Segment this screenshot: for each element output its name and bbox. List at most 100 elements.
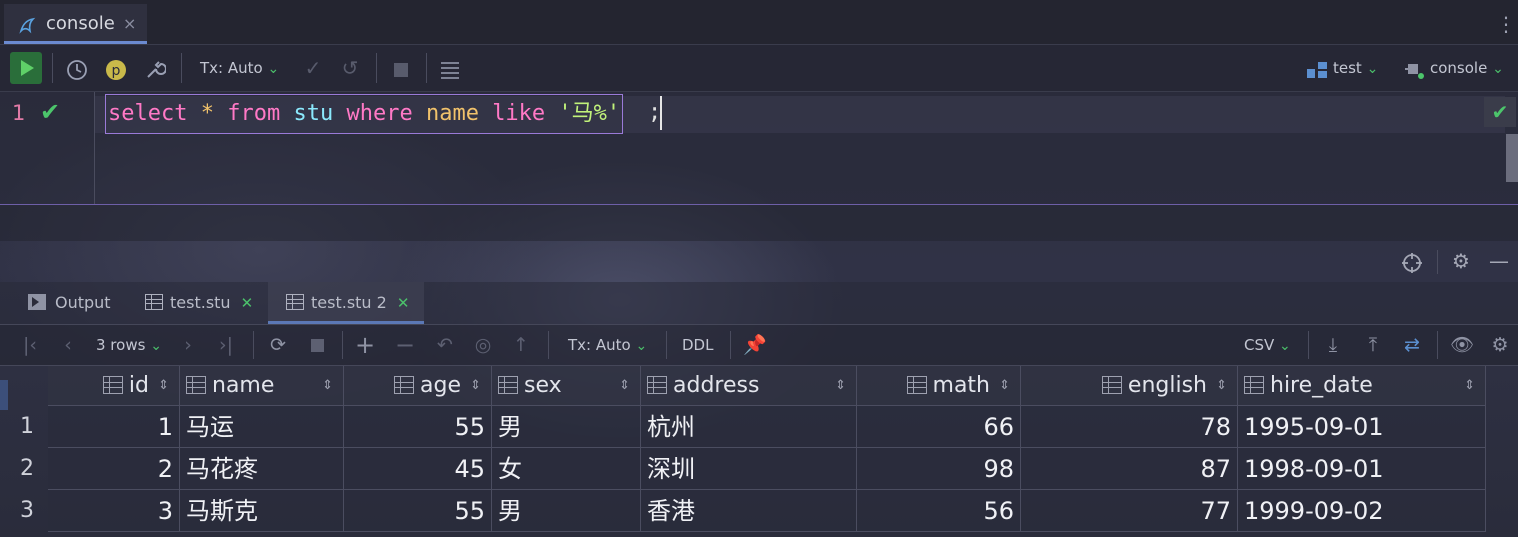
column-header-id[interactable]: id ⇕ xyxy=(48,366,180,406)
add-row-icon[interactable]: + xyxy=(352,325,378,365)
table-cell-math[interactable]: 56 xyxy=(857,490,1021,532)
keyword-like: like xyxy=(492,101,546,126)
sort-arrows-icon[interactable]: ⇕ xyxy=(322,366,333,406)
table-cell-age[interactable]: 55 xyxy=(344,490,492,532)
table-cell-name[interactable]: 马斯克 xyxy=(180,490,344,532)
tab-test-stu[interactable]: test.stu ✕ xyxy=(145,282,263,324)
sql-statement[interactable]: select * from stu where name like '马%' xyxy=(105,94,624,134)
history-clock-icon[interactable] xyxy=(62,45,92,91)
chevron-down-icon: ⌄ xyxy=(635,338,648,354)
sort-arrows-icon[interactable]: ⇕ xyxy=(470,366,481,406)
toolbar-divider xyxy=(376,53,377,83)
table-cell-id[interactable]: 2 xyxy=(48,448,180,490)
table-cell-name[interactable]: 马花疼 xyxy=(180,448,344,490)
table-cell-english[interactable]: 77 xyxy=(1021,490,1238,532)
column-header-hire-date[interactable]: hire_date ⇕ xyxy=(1238,366,1486,406)
wildcard-star: * xyxy=(200,101,214,126)
toolbar-divider xyxy=(52,53,53,83)
sort-arrows-icon[interactable]: ⇕ xyxy=(999,366,1010,406)
row-number[interactable]: 2 xyxy=(0,448,48,490)
more-options-icon[interactable]: ⋮ xyxy=(1496,12,1516,36)
column-header-age[interactable]: age ⇕ xyxy=(344,366,492,406)
table-cell-sex[interactable]: 男 xyxy=(492,490,641,532)
gear-icon[interactable]: ⚙ xyxy=(1486,325,1514,365)
column-header-sex[interactable]: sex ⇕ xyxy=(492,366,641,406)
table-cell-address[interactable]: 香港 xyxy=(641,490,857,532)
table-cell-english[interactable]: 78 xyxy=(1021,406,1238,448)
mysql-dolphin-icon xyxy=(18,16,36,34)
row-number[interactable]: 3 xyxy=(0,490,48,532)
table-cell-age[interactable]: 45 xyxy=(344,448,492,490)
table-cell-math[interactable]: 98 xyxy=(857,448,1021,490)
session-dropdown[interactable]: console ⌄ xyxy=(1430,45,1504,92)
ddl-button[interactable]: DDL xyxy=(682,325,713,365)
editor-scrollbar[interactable] xyxy=(1506,134,1518,182)
last-page-icon[interactable]: ›| xyxy=(214,325,238,365)
column-header-name[interactable]: name ⇕ xyxy=(180,366,344,406)
tx-mode-dropdown[interactable]: Tx: Auto ⌄ xyxy=(200,45,279,92)
sort-arrows-icon[interactable]: ⇕ xyxy=(619,366,630,406)
table-cell-math[interactable]: 66 xyxy=(857,406,1021,448)
table-cell-hire-date[interactable]: 1999-09-02 xyxy=(1238,490,1486,532)
column-header-math[interactable]: math ⇕ xyxy=(857,366,1021,406)
table-cell-hire-date[interactable]: 1998-09-01 xyxy=(1238,448,1486,490)
export-format-dropdown[interactable]: CSV ⌄ xyxy=(1244,325,1291,366)
column-header-address[interactable]: address ⇕ xyxy=(641,366,857,406)
table-cell-english[interactable]: 87 xyxy=(1021,448,1238,490)
export-format-label: CSV xyxy=(1244,336,1275,354)
delete-row-icon[interactable]: − xyxy=(392,325,418,365)
pin-icon[interactable]: 📌 xyxy=(742,325,768,365)
revert-icon[interactable]: ↶ xyxy=(432,325,458,365)
tab-output[interactable]: Output xyxy=(28,282,128,324)
next-page-icon[interactable]: › xyxy=(176,325,200,365)
text-caret xyxy=(660,96,662,130)
output-list-icon[interactable] xyxy=(436,45,464,91)
tab-test-stu-2[interactable]: test.stu 2 ✕ xyxy=(268,282,424,324)
table-cell-hire-date[interactable]: 1995-09-01 xyxy=(1238,406,1486,448)
stop-icon[interactable] xyxy=(304,325,330,365)
datasource-dropdown[interactable]: test ⌄ xyxy=(1333,45,1378,92)
table-cell-id[interactable]: 1 xyxy=(48,406,180,448)
table-cell-sex[interactable]: 男 xyxy=(492,406,641,448)
minimize-icon[interactable]: — xyxy=(1486,242,1512,280)
first-page-icon[interactable]: |‹ xyxy=(18,325,42,365)
settings-wrench-icon[interactable] xyxy=(140,45,170,91)
explain-plan-icon[interactable]: p xyxy=(101,45,131,91)
compare-arrows-icon[interactable]: ⇄ xyxy=(1398,325,1426,365)
sort-arrows-icon[interactable]: ⇕ xyxy=(1464,366,1475,406)
previous-page-icon[interactable]: ‹ xyxy=(56,325,80,365)
submit-changes-icon[interactable]: ↑ xyxy=(508,325,534,365)
close-tab-icon[interactable]: ✕ xyxy=(241,294,254,312)
sort-arrows-icon[interactable]: ⇕ xyxy=(158,366,169,406)
table-cell-sex[interactable]: 女 xyxy=(492,448,641,490)
stop-icon[interactable] xyxy=(388,45,414,91)
rollback-icon[interactable]: ↺ xyxy=(337,45,363,91)
download-icon[interactable]: ⤓ xyxy=(1320,325,1346,365)
row-number[interactable]: 1 xyxy=(0,406,48,448)
line-number: 1 xyxy=(12,101,26,125)
sort-arrows-icon[interactable]: ⇕ xyxy=(1216,366,1227,406)
tab-console[interactable]: console × xyxy=(4,4,147,44)
sort-arrows-icon[interactable]: ⇕ xyxy=(835,366,846,406)
gear-icon[interactable]: ⚙ xyxy=(1447,242,1475,280)
chevron-down-icon: ⌄ xyxy=(1279,338,1291,354)
close-tab-icon[interactable]: ✕ xyxy=(397,294,410,312)
close-tab-icon[interactable]: × xyxy=(123,14,136,33)
preview-changes-icon[interactable]: ◎ xyxy=(470,325,496,365)
result-tx-mode-dropdown[interactable]: Tx: Auto ⌄ xyxy=(568,325,647,366)
target-crosshair-icon[interactable] xyxy=(1398,242,1426,280)
upload-icon[interactable]: ⤒ xyxy=(1360,325,1386,365)
table-cell-name[interactable]: 马运 xyxy=(180,406,344,448)
refresh-icon[interactable]: ⟳ xyxy=(265,325,291,365)
result-tx-mode-label: Tx: Auto xyxy=(568,336,631,354)
table-cell-age[interactable]: 55 xyxy=(344,406,492,448)
table-cell-id[interactable]: 3 xyxy=(48,490,180,532)
execute-button[interactable] xyxy=(10,52,42,84)
inspection-ok-icon[interactable]: ✔ xyxy=(1484,97,1516,127)
table-cell-address[interactable]: 深圳 xyxy=(641,448,857,490)
row-count-dropdown[interactable]: 3 rows ⌄ xyxy=(96,325,162,366)
commit-check-icon[interactable]: ✓ xyxy=(300,45,326,91)
eye-view-icon[interactable]: 👁 xyxy=(1448,325,1476,365)
column-header-english[interactable]: english ⇕ xyxy=(1021,366,1238,406)
table-cell-address[interactable]: 杭州 xyxy=(641,406,857,448)
